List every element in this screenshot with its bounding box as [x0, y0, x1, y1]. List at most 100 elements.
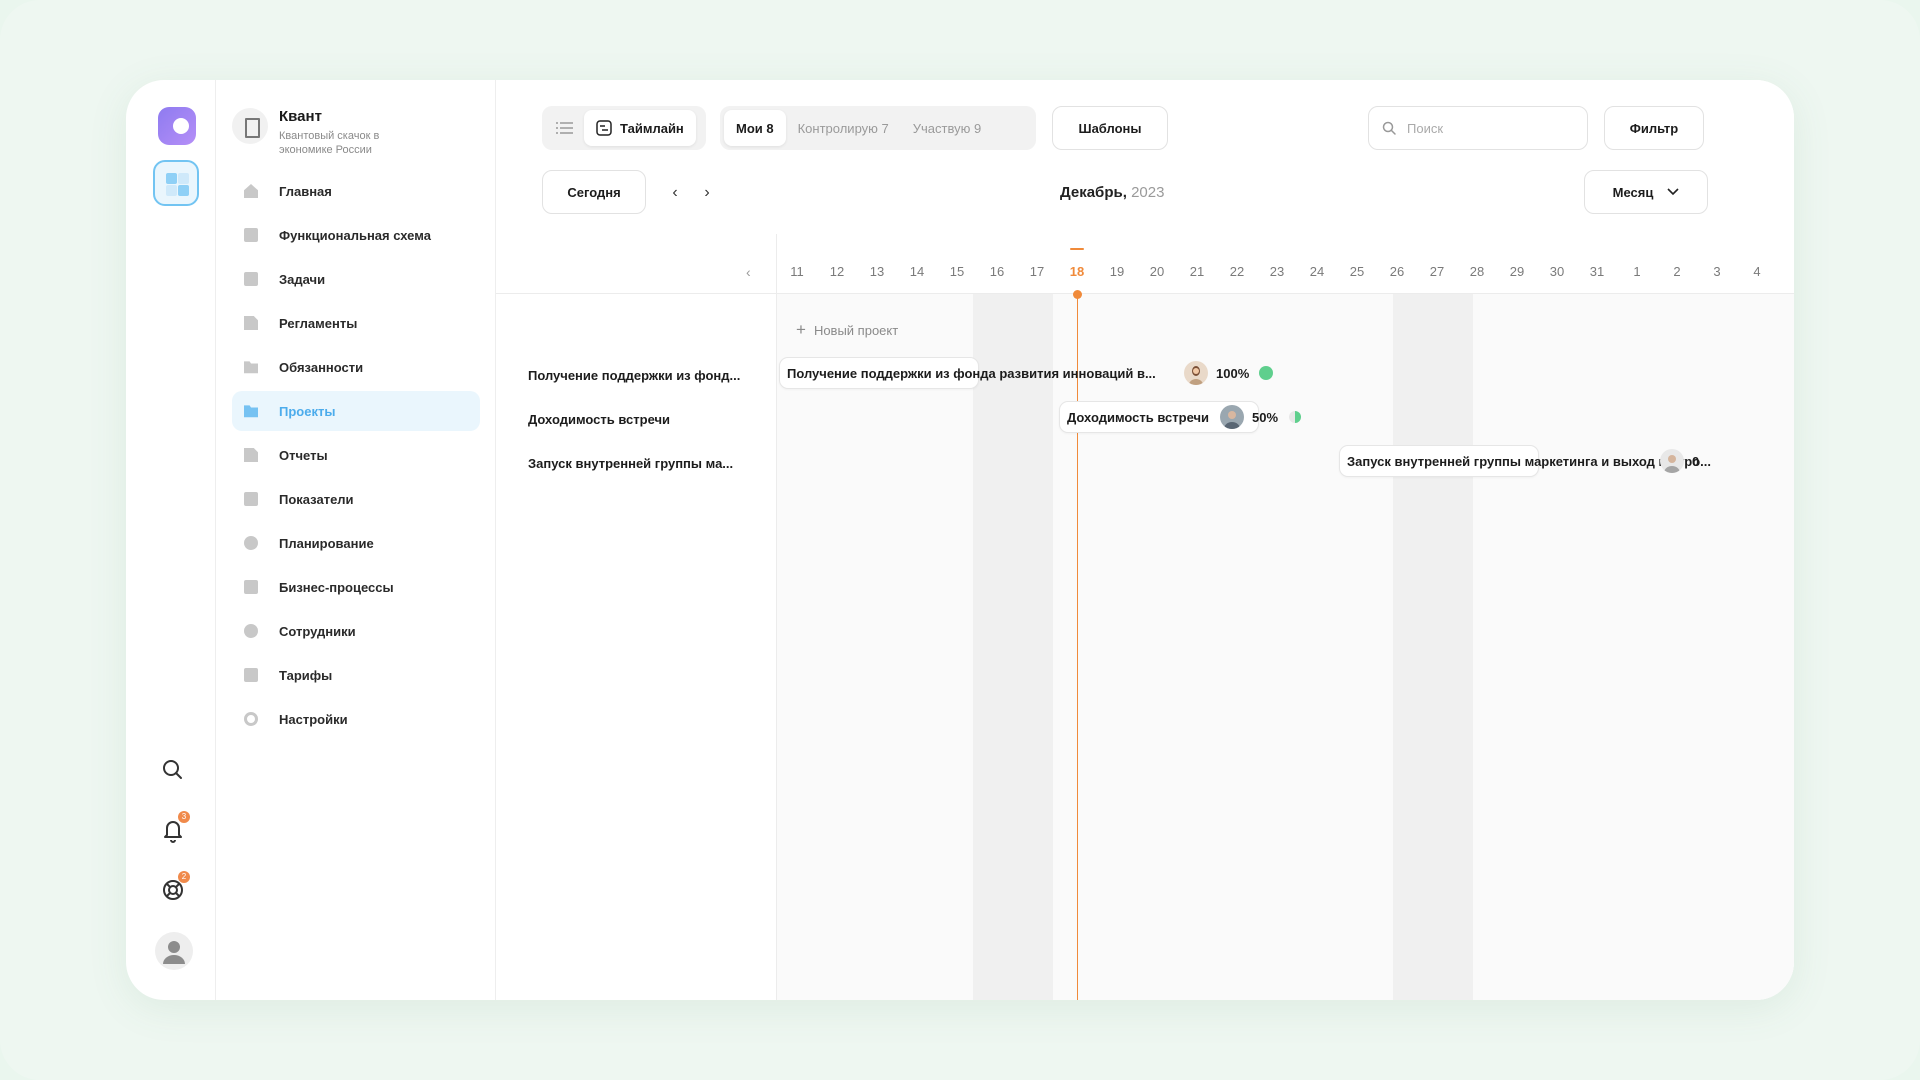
sidebar-item-reports[interactable]: Отчеты — [232, 435, 480, 475]
sidebar-item-tasks[interactable]: Задачи — [232, 259, 480, 299]
today-dot — [1073, 290, 1082, 299]
sidebar-item-planning[interactable]: Планирование — [232, 523, 480, 563]
templates-button[interactable]: Шаблоны — [1052, 106, 1168, 150]
tab-control[interactable]: Контролирую 7 — [786, 110, 901, 146]
notifications-bell-icon[interactable]: 3 — [158, 811, 190, 845]
sidebar-item-label: Отчеты — [279, 447, 328, 463]
org-name: Квант — [279, 108, 322, 125]
timeline-view-label: Таймлайн — [620, 120, 684, 136]
timeline-view-button[interactable]: Таймлайн — [584, 110, 696, 146]
sidebar: Квант Квантовый скачок в экономике Росси… — [216, 80, 496, 1000]
tab-mine[interactable]: Мои 8 — [724, 110, 786, 146]
search-field — [1368, 106, 1588, 150]
project-row-label[interactable]: Доходимость встречи — [528, 412, 670, 427]
sidebar-item-employees[interactable]: Сотрудники — [232, 611, 480, 651]
app-logo-toggle[interactable] — [158, 107, 196, 145]
sidebar-item-label: Настройки — [279, 711, 348, 727]
schema-icon — [244, 228, 258, 242]
sidebar-item-label: Тарифы — [279, 667, 333, 683]
gear-icon — [244, 712, 258, 726]
day-cell-today: 18 — [1069, 264, 1085, 279]
day-cell: 29 — [1509, 264, 1525, 279]
sidebar-item-label: Планирование — [279, 535, 374, 551]
support-badge: 2 — [178, 871, 190, 883]
new-project-label: Новый проект — [813, 322, 899, 338]
project-bar-meta: 50% — [1220, 405, 1302, 429]
sidebar-item-home[interactable]: Главная — [232, 171, 480, 211]
sidebar-item-tariffs[interactable]: Тарифы — [232, 655, 480, 695]
project-bar[interactable]: Запуск внутренней группы маркетинга и вы… — [1339, 445, 1711, 477]
day-cell: 1 — [1633, 264, 1641, 279]
app-window: 3 2 Квант Квантовый скачок в экономике Р… — [126, 80, 1794, 1000]
assignee-avatar[interactable] — [1220, 405, 1244, 429]
project-row-label[interactable]: Запуск внутренней группы ма... — [528, 456, 733, 471]
day-cell: 14 — [909, 264, 925, 279]
progress-percent: 100% — [1216, 365, 1250, 381]
assignee-avatar[interactable] — [1184, 361, 1208, 385]
weekend-column — [1393, 294, 1473, 1000]
period-select[interactable]: Месяц — [1584, 170, 1708, 214]
sidebar-item-settings[interactable]: Настройки — [232, 699, 480, 739]
period-title: Декабрь, 2023 — [1060, 184, 1164, 201]
timeline-header: ‹ 11 12 13 14 15 16 17 18 19 20 21 22 23 24 25 26 27 28 29… — [496, 248, 1794, 294]
day-cell: 21 — [1189, 264, 1205, 279]
day-cell: 28 — [1469, 264, 1485, 279]
sidebar-nav: Главная Функциональная схема Задачи Регл… — [232, 171, 480, 743]
support-lifebuoy-icon[interactable]: 2 — [158, 871, 190, 905]
day-cell: 25 — [1349, 264, 1365, 279]
list-view-button[interactable] — [546, 110, 584, 146]
assignee-avatar[interactable] — [1660, 449, 1684, 473]
next-period-chevron-right-icon[interactable]: › — [698, 184, 716, 202]
tab-participate[interactable]: Участвую 9 — [901, 110, 993, 146]
day-cell: 12 — [829, 264, 845, 279]
sidebar-item-label: Главная — [279, 183, 332, 199]
day-cell: 19 — [1109, 264, 1125, 279]
sidebar-item-regulations[interactable]: Регламенты — [232, 303, 480, 343]
sidebar-item-business-processes[interactable]: Бизнес-процессы — [232, 567, 480, 607]
day-cell: 22 — [1229, 264, 1245, 279]
project-row-label[interactable]: Получение поддержки из фонд... — [528, 368, 740, 383]
filter-button[interactable]: Фильтр — [1604, 106, 1704, 150]
today-marker — [1070, 248, 1084, 250]
organization-header[interactable]: Квант Квантовый скачок в экономике Росси… — [232, 106, 482, 166]
user-avatar[interactable] — [155, 932, 193, 970]
period-select-value: Месяц — [1612, 184, 1654, 200]
search-icon — [1382, 121, 1396, 135]
sidebar-item-metrics[interactable]: Показатели — [232, 479, 480, 519]
sidebar-item-label: Проекты — [279, 403, 336, 419]
project-bar-meta: 100% — [1184, 361, 1274, 385]
day-cell: 3 — [1713, 264, 1721, 279]
prev-period-chevron-left-icon[interactable]: ‹ — [666, 184, 684, 202]
workspace-switcher[interactable] — [153, 160, 199, 206]
projects-icon — [244, 405, 258, 418]
day-cell: 17 — [1029, 264, 1045, 279]
chart-icon — [244, 492, 258, 506]
project-bar-title: Получение поддержки из фонда развития ин… — [787, 365, 1156, 381]
day-cell: 23 — [1269, 264, 1285, 279]
search-input[interactable] — [1407, 120, 1577, 136]
day-cell: 15 — [949, 264, 965, 279]
new-project-button[interactable]: + Новый проект — [796, 320, 898, 340]
sidebar-item-label: Функциональная схема — [279, 227, 431, 243]
scroll-back-chevron-left-icon[interactable]: ‹ — [746, 264, 751, 280]
project-bar[interactable]: Получение поддержки из фонда развития ин… — [779, 357, 1156, 389]
sidebar-item-projects[interactable]: Проекты — [232, 391, 480, 431]
timeline-grid — [777, 294, 1794, 1000]
day-cell: 20 — [1149, 264, 1165, 279]
search-icon[interactable] — [158, 755, 188, 785]
sidebar-item-functional-schema[interactable]: Функциональная схема — [232, 215, 480, 255]
plus-icon: + — [796, 320, 806, 339]
folder-icon — [244, 361, 258, 374]
briefcase-icon — [244, 580, 258, 594]
main-content: Таймлайн Мои 8 Контролирую 7 Участвую 9 … — [496, 80, 1794, 1000]
day-cell: 16 — [989, 264, 1005, 279]
sidebar-item-duties[interactable]: Обязанности — [232, 347, 480, 387]
tasks-icon — [244, 272, 258, 286]
today-line — [1077, 294, 1078, 1000]
day-cell: 27 — [1429, 264, 1445, 279]
progress-percent: 50% — [1252, 409, 1279, 425]
app-rail: 3 2 — [126, 80, 216, 1000]
sidebar-item-label: Задачи — [279, 271, 326, 287]
today-button[interactable]: Сегодня — [542, 170, 646, 214]
org-description: Квантовый скачок в экономике России — [279, 130, 380, 156]
